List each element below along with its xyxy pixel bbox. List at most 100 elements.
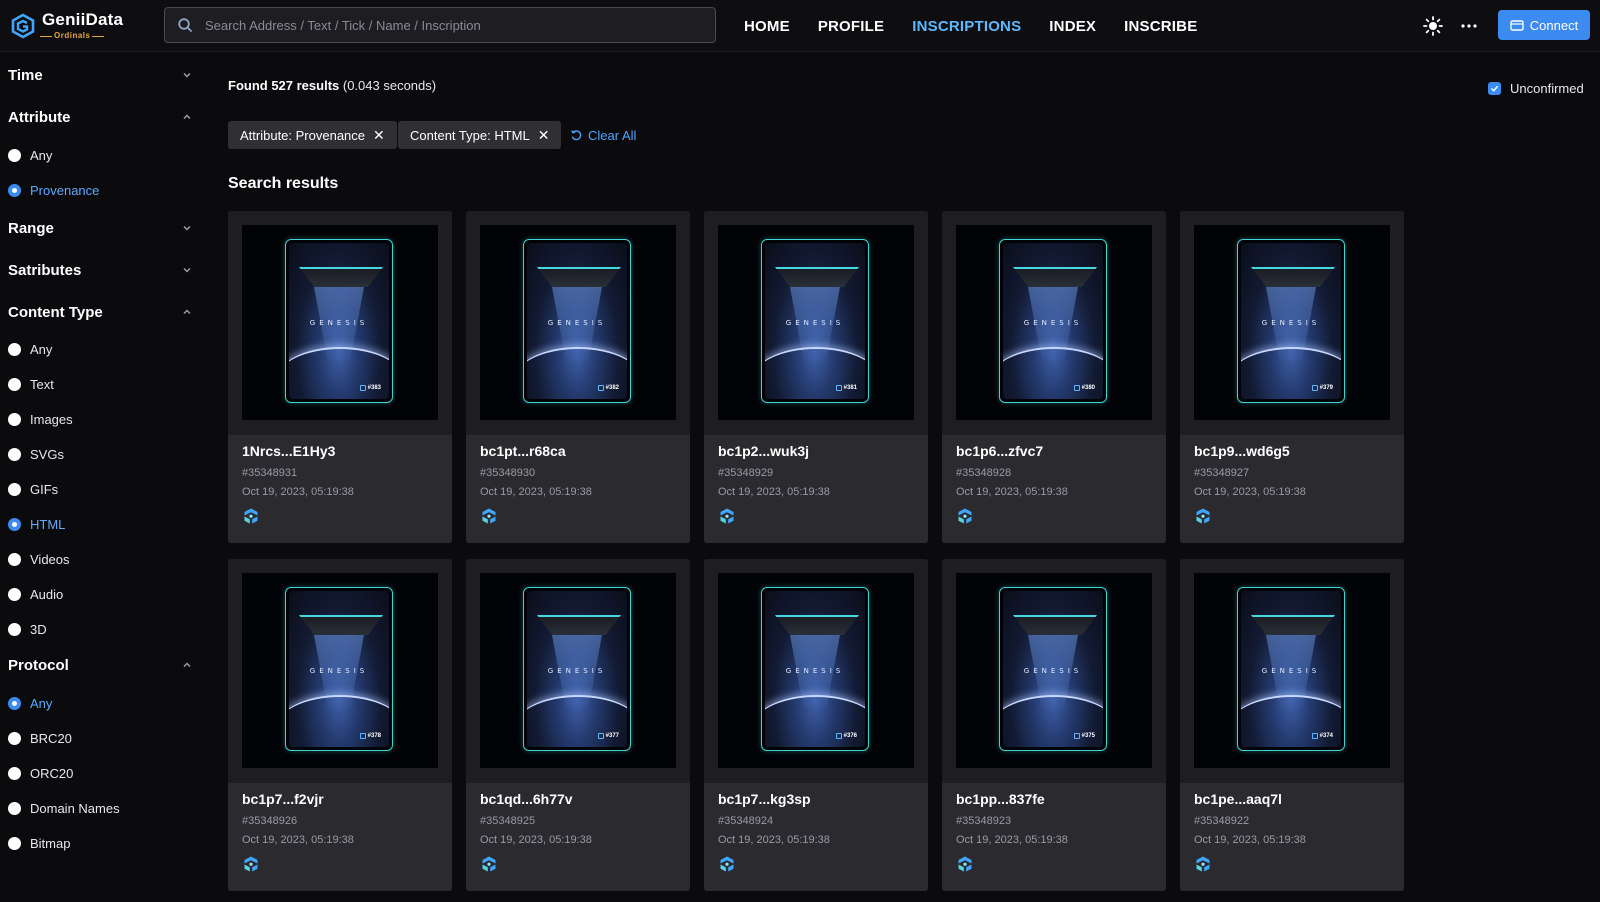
content-type-option-text[interactable]: Text bbox=[8, 374, 54, 394]
provenance-icon bbox=[720, 856, 734, 872]
inscription-preview[interactable]: GENESIS #374 bbox=[1194, 573, 1390, 768]
radio-button[interactable] bbox=[8, 148, 21, 162]
nav-inscriptions[interactable]: INSCRIPTIONS bbox=[912, 18, 1021, 35]
radio-button-selected[interactable] bbox=[8, 517, 21, 531]
radio-button[interactable] bbox=[8, 552, 21, 566]
inscription-preview[interactable]: GENESIS #383 bbox=[242, 225, 438, 420]
card-thumbnail-frame: GENESIS #375 bbox=[942, 559, 1166, 783]
protocol-option-domain-names[interactable]: Domain Names bbox=[8, 798, 120, 818]
unconfirmed-label: Unconfirmed bbox=[1510, 80, 1584, 96]
protocol-option-brc20[interactable]: BRC20 bbox=[8, 728, 72, 748]
inscription-card[interactable]: GENESIS #376 bc1p7...kg3sp #35348924 Oct 19,… bbox=[704, 559, 928, 891]
inscription-preview[interactable]: GENESIS #382 bbox=[480, 225, 676, 420]
genesis-text: GENESIS bbox=[547, 667, 607, 675]
inscription-preview[interactable]: GENESIS #378 bbox=[242, 573, 438, 768]
connect-wallet-button[interactable]: Connect bbox=[1498, 10, 1590, 40]
inscription-card[interactable]: GENESIS #377 bc1qd...6h77v #35348925 Oct 19,… bbox=[466, 559, 690, 891]
nav-index[interactable]: INDEX bbox=[1049, 18, 1096, 35]
radio-button[interactable] bbox=[8, 342, 21, 356]
inscription-date: Oct 19, 2023, 05:19:38 bbox=[718, 834, 830, 846]
radio-button-selected[interactable] bbox=[8, 183, 21, 197]
content-type-option-images[interactable]: Images bbox=[8, 409, 73, 429]
inscription-preview[interactable]: GENESIS #376 bbox=[718, 573, 914, 768]
inscription-address[interactable]: 1Nrcs...E1Hy3 bbox=[242, 443, 335, 459]
inscription-address[interactable]: bc1pt...r68ca bbox=[480, 443, 566, 459]
filter-section-protocol[interactable]: Protocol bbox=[8, 653, 192, 677]
inscription-card[interactable]: GENESIS #383 1Nrcs...E1Hy3 #35348931 Oct 19,… bbox=[228, 211, 452, 543]
attribute-option-provenance[interactable]: Provenance bbox=[8, 180, 99, 200]
inscription-address[interactable]: bc1pp...837fe bbox=[956, 791, 1045, 807]
radio-button[interactable] bbox=[8, 447, 21, 461]
radio-button[interactable] bbox=[8, 412, 21, 426]
badge-logo-icon bbox=[1311, 733, 1318, 739]
inscription-card[interactable]: GENESIS #374 bc1pe...aaq7l #35348922 Oct 19,… bbox=[1180, 559, 1404, 891]
protocol-option-any[interactable]: Any bbox=[8, 693, 52, 713]
content-type-option-html[interactable]: HTML bbox=[8, 514, 65, 534]
content-type-option-videos[interactable]: Videos bbox=[8, 549, 70, 569]
radio-button[interactable] bbox=[8, 836, 21, 850]
attribute-option-any[interactable]: Any bbox=[8, 145, 52, 165]
clear-all-button[interactable]: Clear All bbox=[570, 126, 636, 144]
inscription-address[interactable]: bc1p7...kg3sp bbox=[718, 791, 811, 807]
inscription-address[interactable]: bc1qd...6h77v bbox=[480, 791, 573, 807]
inscription-address[interactable]: bc1p2...wuk3j bbox=[718, 443, 809, 459]
inscription-card[interactable]: GENESIS #375 bc1pp...837fe #35348923 Oct 19,… bbox=[942, 559, 1166, 891]
inscription-address[interactable]: bc1pe...aaq7l bbox=[1194, 791, 1282, 807]
radio-button[interactable] bbox=[8, 587, 21, 601]
inscription-card[interactable]: GENESIS #381 bc1p2...wuk3j #35348929 Oct 19,… bbox=[704, 211, 928, 543]
card-thumbnail-frame: GENESIS #381 bbox=[704, 211, 928, 435]
badge-logo-icon bbox=[359, 733, 366, 739]
remove-filter-close-icon[interactable]: ✕ bbox=[538, 127, 550, 144]
content-type-option-gifs[interactable]: GIFs bbox=[8, 479, 58, 499]
inscription-preview[interactable]: GENESIS #381 bbox=[718, 225, 914, 420]
protocol-option-orc20[interactable]: ORC20 bbox=[8, 763, 73, 783]
inscription-preview[interactable]: GENESIS #380 bbox=[956, 225, 1152, 420]
radio-button[interactable] bbox=[8, 482, 21, 496]
content-type-option-audio[interactable]: Audio bbox=[8, 584, 63, 604]
radio-button[interactable] bbox=[8, 801, 21, 815]
logo[interactable]: GeniiData Ordinals bbox=[10, 9, 150, 43]
filter-section-attribute[interactable]: Attribute bbox=[8, 105, 192, 129]
unconfirmed-toggle[interactable]: Unconfirmed bbox=[1488, 79, 1584, 97]
inscription-address[interactable]: bc1p7...f2vjr bbox=[242, 791, 324, 807]
radio-button[interactable] bbox=[8, 766, 21, 780]
filter-section-range[interactable]: Range bbox=[8, 216, 192, 240]
inscription-card[interactable]: GENESIS #379 bc1p9...wd6g5 #35348927 Oct 19,… bbox=[1180, 211, 1404, 543]
radio-button[interactable] bbox=[8, 622, 21, 636]
filter-section-time[interactable]: Time bbox=[8, 63, 192, 87]
inscription-preview[interactable]: GENESIS #379 bbox=[1194, 225, 1390, 420]
inscription-address[interactable]: bc1p9...wd6g5 bbox=[1194, 443, 1290, 459]
inscription-card[interactable]: GENESIS #380 bc1p6...zfvc7 #35348928 Oct 19,… bbox=[942, 211, 1166, 543]
inscription-preview[interactable]: GENESIS #377 bbox=[480, 573, 676, 768]
nav-home[interactable]: HOME bbox=[744, 18, 790, 35]
content-type-option-3d[interactable]: 3D bbox=[8, 619, 47, 639]
filter-section-content-type[interactable]: Content Type bbox=[8, 300, 192, 324]
unconfirmed-checkbox[interactable] bbox=[1488, 81, 1501, 95]
inscription-card[interactable]: GENESIS #378 bc1p7...f2vjr #35348926 Oct 19,… bbox=[228, 559, 452, 891]
content-type-option-svgs[interactable]: SVGs bbox=[8, 444, 64, 464]
inscription-preview[interactable]: GENESIS #375 bbox=[956, 573, 1152, 768]
protocol-option-bitmap[interactable]: Bitmap bbox=[8, 833, 70, 853]
more-options-icon[interactable] bbox=[1458, 15, 1480, 37]
ship-shape bbox=[537, 267, 621, 287]
content-type-option-any[interactable]: Any bbox=[8, 339, 52, 359]
filter-section-satributes[interactable]: Satributes bbox=[8, 258, 192, 282]
radio-button-selected[interactable] bbox=[8, 696, 21, 710]
planet-horizon bbox=[527, 695, 627, 747]
reset-icon bbox=[571, 129, 582, 140]
artwork-badge: #374 bbox=[1311, 733, 1333, 739]
theme-toggle-sun-icon[interactable] bbox=[1422, 15, 1444, 37]
inscription-address[interactable]: bc1p6...zfvc7 bbox=[956, 443, 1043, 459]
nav-inscribe[interactable]: INSCRIBE bbox=[1124, 18, 1197, 35]
genesis-artwork-inner: GENESIS #380 bbox=[1003, 243, 1103, 399]
inscription-card[interactable]: GENESIS #382 bc1pt...r68ca #35348930 Oct 19,… bbox=[466, 211, 690, 543]
option-label: Audio bbox=[30, 586, 64, 602]
radio-button[interactable] bbox=[8, 731, 21, 745]
radio-button[interactable] bbox=[8, 377, 21, 391]
search-input[interactable] bbox=[205, 8, 705, 42]
remove-filter-close-icon[interactable]: ✕ bbox=[373, 127, 385, 144]
nav-profile[interactable]: PROFILE bbox=[818, 18, 884, 35]
planet-horizon bbox=[765, 347, 865, 399]
card-thumbnail-frame: GENESIS #383 bbox=[228, 211, 452, 435]
planet-horizon bbox=[1003, 695, 1103, 747]
